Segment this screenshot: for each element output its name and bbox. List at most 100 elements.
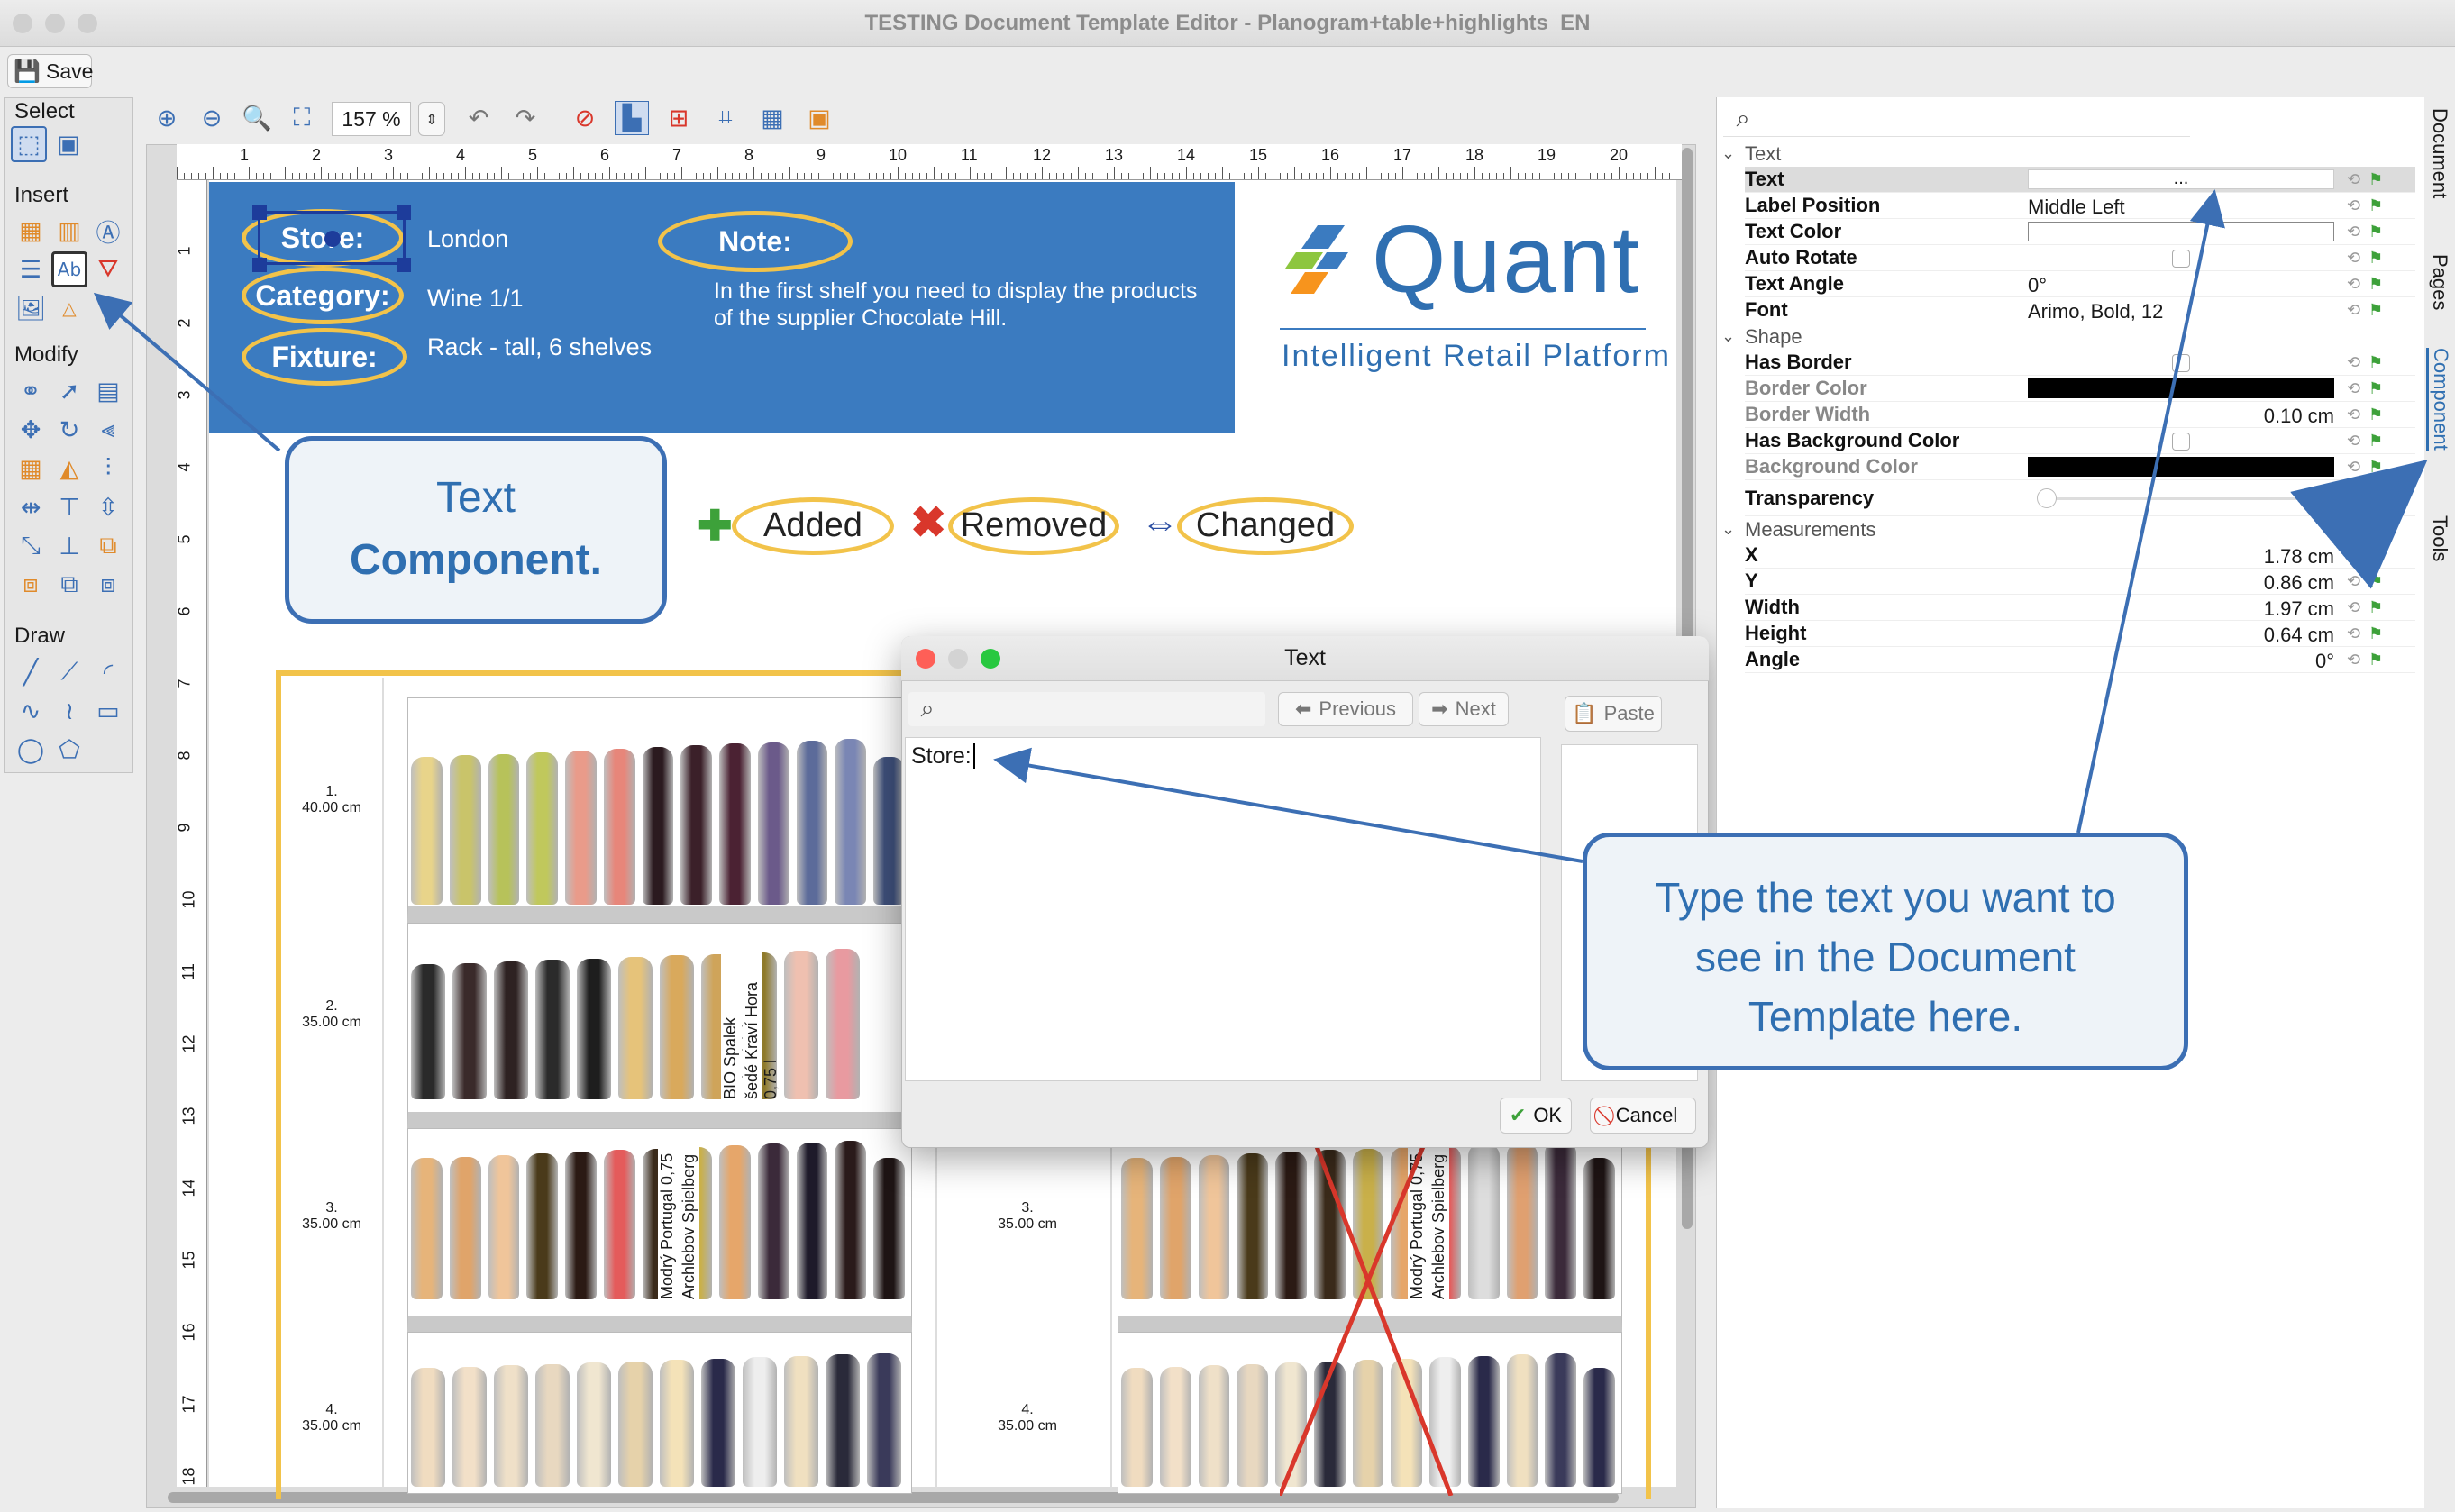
zoom-input[interactable]: 157 % [332,102,411,136]
property-row[interactable]: Border Width 0.10 cm ⟲ ⚑ [1745,402,2415,428]
tab-tools[interactable]: Tools [2428,515,2451,561]
selection-handle[interactable] [397,205,411,220]
dialog-search-input[interactable] [908,692,1265,726]
reset-icon[interactable]: ⟲ [2347,432,2368,451]
checkbox[interactable] [2172,250,2190,268]
property-value[interactable]: Arimo, Bold, 12 [2028,300,2334,323]
bind-icon[interactable]: ⚑ [2368,353,2390,372]
property-value[interactable]: 1.97 cm [2028,597,2334,620]
property-value[interactable]: ... [2028,169,2334,189]
distribute-vertical-icon[interactable]: ⇳ [90,489,126,525]
property-row[interactable]: Has Border ⟲ ⚑ [1745,350,2415,376]
property-value[interactable]: 0° [2028,650,2334,672]
reset-icon[interactable]: ⟲ [2347,170,2368,189]
property-row[interactable]: Background Color ⟲ ⚑ [1745,454,2415,480]
property-row[interactable]: Text... ⟲ ⚑ [1745,167,2415,193]
reset-icon[interactable]: ⟲ [2347,488,2368,507]
property-value[interactable]: 0.10 cm [2028,405,2334,427]
reset-icon[interactable]: ⟲ [2347,223,2368,241]
flip-icon[interactable]: ◭ [51,451,87,487]
bind-icon[interactable]: ⚑ [2368,598,2390,617]
next-button[interactable]: ➡ Next [1419,692,1509,726]
resize-icon[interactable]: ⤡ [13,528,49,564]
property-search-input[interactable] [1723,101,2190,137]
cancel-button[interactable]: ⃠Cancel [1590,1098,1696,1134]
bind-icon[interactable]: ⚑ [2368,488,2390,507]
rotate-icon[interactable]: ↻ [51,412,87,448]
property-value[interactable]: 0° [2028,274,2334,296]
property-value[interactable]: 0.86 cm [2028,571,2334,594]
polyline-icon[interactable]: ⟋ [51,654,87,690]
reset-icon[interactable]: ⟲ [2347,196,2368,215]
list-icon[interactable]: ☰ [13,251,49,287]
slider-knob[interactable] [2037,487,2057,508]
property-value[interactable] [2028,431,2334,451]
rotation-handle[interactable] [324,231,341,247]
grid-layout-icon[interactable]: ▦ [13,451,49,487]
align-center-icon[interactable]: ⫶ [90,451,126,487]
reset-icon[interactable]: ⟲ [2347,353,2368,372]
property-row[interactable]: Font Arimo, Bold, 12 ⟲ ⚑ [1745,297,2415,323]
undo-icon[interactable]: ↶ [461,101,496,135]
edit-pointer-icon[interactable]: ➚ [51,373,87,409]
checkbox[interactable] [2172,433,2190,451]
text-editor[interactable]: Store: [905,737,1541,1081]
reset-icon[interactable]: ⟲ [2347,651,2368,669]
send-back-icon[interactable]: ⧈ [13,567,49,603]
property-row[interactable]: Y 0.86 cm ⟲ ⚑ [1745,569,2415,595]
bind-icon[interactable]: ⚑ [2368,223,2390,241]
distribute-horizontal-icon[interactable]: ⇹ [13,489,49,525]
property-value[interactable]: Middle Left [2028,196,2334,218]
property-row[interactable]: Transparency ⟲ ⚑ [1745,480,2415,516]
grid-icon[interactable]: ▦ [755,101,789,135]
property-row[interactable]: X 1.78 cm ⟲ ⚑ [1745,542,2415,569]
ellipse-icon[interactable]: ◯ [13,732,49,768]
angle-icon[interactable]: ⊘ [568,101,602,135]
property-row[interactable]: Angle 0° ⟲ ⚑ [1745,647,2415,673]
zoom-in-icon[interactable]: ⊕ [150,101,184,135]
property-value[interactable]: 0.64 cm [2028,624,2334,646]
reset-icon[interactable]: ⟲ [2347,379,2368,398]
snap-icon[interactable]: ⌗ [708,101,743,135]
reset-icon[interactable]: ⟲ [2347,275,2368,294]
table-icon[interactable]: ▦ [13,213,49,249]
property-row[interactable]: Height 0.64 cm ⟲ ⚑ [1745,621,2415,647]
save-button[interactable]: 💾 Save [7,54,93,88]
bind-icon[interactable]: ⚑ [2368,546,2390,565]
property-value[interactable] [2028,457,2334,477]
property-value[interactable] [2028,378,2334,398]
move-icon[interactable]: ✥ [13,412,49,448]
previous-button[interactable]: ⬅ Previous [1278,692,1413,726]
property-row[interactable]: Auto Rotate ⟲ ⚑ [1745,245,2415,271]
reset-icon[interactable]: ⟲ [2347,598,2368,617]
bind-icon[interactable]: ⚑ [2368,170,2390,189]
property-value[interactable] [2028,222,2334,241]
polygon-icon[interactable]: ⬠ [51,732,87,768]
align-bottom-icon[interactable]: ⊥ [51,528,87,564]
property-row[interactable]: Text Angle 0° ⟲ ⚑ [1745,271,2415,297]
zoom-stepper[interactable]: ⇕ [418,102,445,136]
area-select-icon[interactable]: ▣ [50,126,87,162]
tab-document[interactable]: Document [2428,108,2451,198]
image-icon[interactable]: 🖼 [13,290,49,326]
bind-icon[interactable]: ⚑ [2368,301,2390,320]
category-label[interactable]: Category: [242,267,404,324]
align-top-icon[interactable]: ⊤ [51,489,87,525]
property-section[interactable]: ⌄ Text [1721,141,2415,167]
property-value[interactable] [2028,248,2334,268]
bind-icon[interactable]: ⚑ [2368,624,2390,643]
transparency-slider[interactable] [2046,496,2316,500]
bring-forward-icon[interactable]: ⧉ [51,567,87,603]
bind-icon[interactable]: ⚑ [2368,572,2390,591]
property-row[interactable]: Label Position Middle Left ⟲ ⚑ [1745,193,2415,219]
bind-icon[interactable]: ⚑ [2368,651,2390,669]
fixture-label[interactable]: Fixture: [242,328,407,386]
tab-component[interactable]: Component [2426,348,2452,451]
send-backward-icon[interactable]: ⧈ [90,567,126,603]
text-component-icon[interactable]: Ab [51,251,87,287]
bind-icon[interactable]: ⚑ [2368,275,2390,294]
zoom-out-icon[interactable]: ⊖ [195,101,229,135]
property-section[interactable]: ⌄ Shape [1721,323,2415,350]
property-row[interactable]: Has Background Color ⟲ ⚑ [1745,428,2415,454]
pdf-icon[interactable]: ⛛ [90,251,126,287]
